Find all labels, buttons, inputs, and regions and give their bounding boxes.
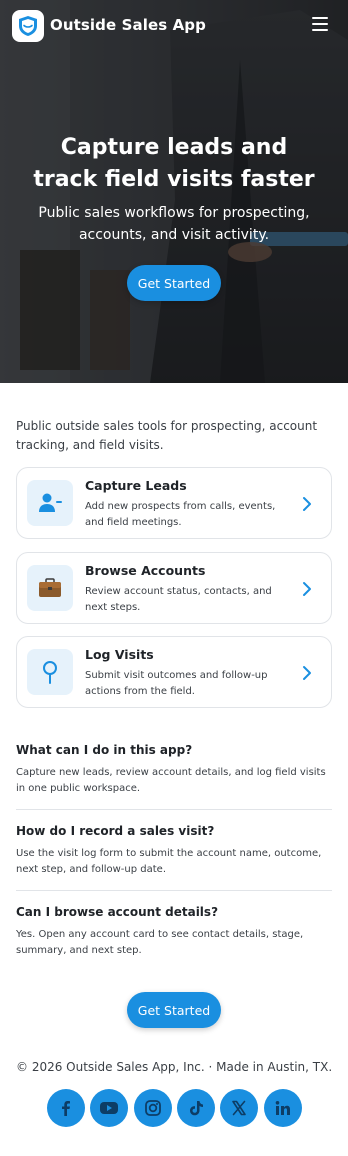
card-title: Browse Accounts bbox=[85, 563, 206, 578]
chevron-right-icon bbox=[303, 497, 311, 511]
briefcase-icon bbox=[27, 565, 73, 611]
hero-title: Capture leads and track field visits fas… bbox=[33, 135, 315, 192]
instagram-icon[interactable] bbox=[134, 1089, 172, 1127]
social-links bbox=[47, 1089, 303, 1127]
faq-item[interactable]: What can I do in this app? Capture new l… bbox=[16, 743, 332, 797]
divider bbox=[16, 890, 332, 891]
tiktok-icon[interactable] bbox=[177, 1089, 215, 1127]
x-icon[interactable] bbox=[220, 1089, 258, 1127]
shield-icon[interactable] bbox=[12, 10, 44, 42]
card-title: Capture Leads bbox=[85, 478, 187, 493]
add-user-icon bbox=[27, 480, 73, 526]
chevron-right-icon bbox=[303, 582, 311, 596]
faq-question: What can I do in this app? bbox=[16, 743, 193, 757]
divider bbox=[16, 809, 332, 810]
linkedin-icon[interactable] bbox=[264, 1089, 302, 1127]
faq-question: How do I record a sales visit? bbox=[16, 824, 215, 838]
brand-name[interactable]: Outside Sales App bbox=[50, 16, 206, 34]
get-started-button[interactable]: Get Started bbox=[127, 992, 221, 1028]
card-description: Submit visit outcomes and follow-up acti… bbox=[85, 670, 268, 697]
hamburger-icon[interactable] bbox=[312, 17, 328, 31]
faq-answer: Use the visit log form to submit the acc… bbox=[16, 848, 322, 875]
top-navigation: Outside Sales App bbox=[0, 0, 348, 52]
hero-section: Outside Sales App Capture leads and trac… bbox=[0, 0, 348, 383]
faq-answer: Yes. Open any account card to see contac… bbox=[16, 929, 304, 956]
youtube-icon[interactable] bbox=[90, 1089, 128, 1127]
copyright-text: © 2026 Outside Sales App, Inc. · Made in… bbox=[16, 1060, 333, 1074]
hero-subtitle: Public sales workflows for prospecting, … bbox=[38, 205, 310, 243]
card-title: Log Visits bbox=[85, 647, 154, 662]
location-pin-icon bbox=[27, 649, 73, 695]
card-description: Add new prospects from calls, events, an… bbox=[85, 501, 276, 528]
faq-item[interactable]: Can I browse account details? Yes. Open … bbox=[16, 905, 332, 959]
card-browse-accounts[interactable]: Browse Accounts Review account status, c… bbox=[16, 552, 332, 624]
faq-item[interactable]: How do I record a sales visit? Use the v… bbox=[16, 824, 332, 878]
card-capture-leads[interactable]: Capture Leads Add new prospects from cal… bbox=[16, 467, 332, 539]
get-started-button[interactable]: Get Started bbox=[127, 265, 221, 301]
faq-question: Can I browse account details? bbox=[16, 905, 219, 919]
card-log-visits[interactable]: Log Visits Submit visit outcomes and fol… bbox=[16, 636, 332, 708]
intro-text: Public outside sales tools for prospecti… bbox=[16, 419, 318, 452]
faq-answer: Capture new leads, review account detail… bbox=[16, 767, 326, 794]
facebook-icon[interactable] bbox=[47, 1089, 85, 1127]
card-description: Review account status, contacts, and nex… bbox=[85, 586, 272, 613]
chevron-right-icon bbox=[303, 666, 311, 680]
